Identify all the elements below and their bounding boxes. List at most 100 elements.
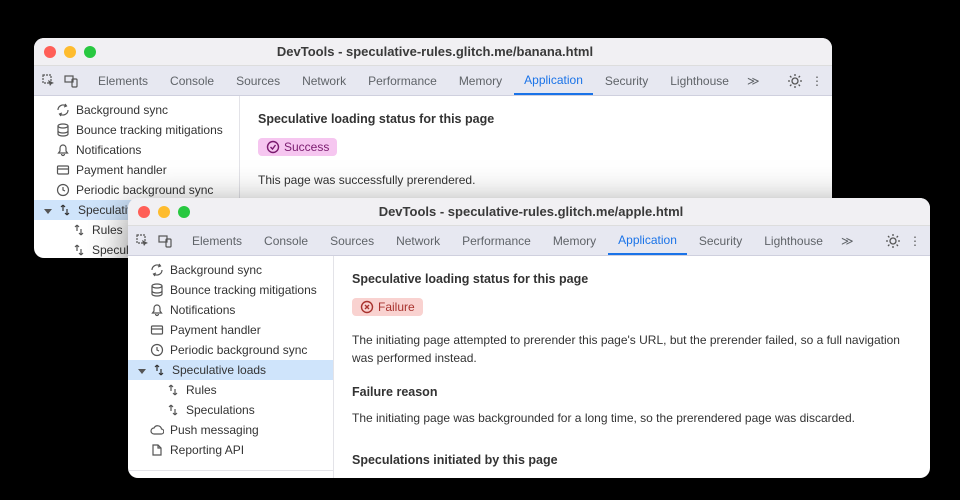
status-badge-text: Failure (378, 300, 415, 314)
window-title: DevTools - speculative-rules.glitch.me/a… (190, 204, 872, 219)
chevron-down-icon (44, 203, 52, 217)
page-heading: Speculative loading status for this page (258, 112, 814, 126)
sidebar-item-notifications[interactable]: Notifications (128, 300, 333, 320)
tabs-overflow-icon[interactable]: ≫ (835, 234, 860, 248)
tab-lighthouse[interactable]: Lighthouse (754, 228, 833, 254)
sidebar-item-label: Push messaging (170, 423, 259, 437)
kebab-icon[interactable]: ⋮ (906, 232, 924, 250)
sidebar-item-label: Bounce tracking mitigations (76, 123, 223, 137)
tab-application[interactable]: Application (514, 67, 593, 95)
tab-sources[interactable]: Sources (226, 68, 290, 94)
inspect-icon[interactable] (40, 72, 58, 90)
tab-elements[interactable]: Elements (182, 228, 252, 254)
device-toggle-icon[interactable] (62, 72, 80, 90)
tab-security[interactable]: Security (689, 228, 752, 254)
close-icon[interactable] (138, 206, 150, 218)
database-icon (150, 283, 164, 297)
inspect-icon[interactable] (134, 232, 152, 250)
sidebar-item-background-sync[interactable]: Background sync (34, 100, 239, 120)
sidebar-item-payment-handler[interactable]: Payment handler (128, 320, 333, 340)
status-badge-text: Success (284, 140, 329, 154)
updown-icon (152, 363, 166, 377)
status-badge: Success (258, 138, 337, 156)
device-toggle-icon[interactable] (156, 232, 174, 250)
document-icon (150, 443, 164, 457)
status-description: This page was successfully prerendered. (258, 171, 814, 189)
sidebar-item-reporting-api[interactable]: Reporting API (128, 440, 333, 460)
kebab-icon[interactable]: ⋮ (808, 72, 826, 90)
titlebar: DevTools - speculative-rules.glitch.me/b… (34, 38, 832, 66)
sync-icon (56, 103, 70, 117)
sidebar-item-label: Speculations (186, 403, 255, 417)
status-description: The initiating page attempted to prerend… (352, 331, 912, 367)
tab-console[interactable]: Console (254, 228, 318, 254)
tab-performance[interactable]: Performance (358, 68, 447, 94)
failure-reason-heading: Failure reason (352, 385, 912, 399)
sidebar-item-label: Rules (186, 383, 217, 397)
sidebar-item-bounce-tracking[interactable]: Bounce tracking mitigations (128, 280, 333, 300)
tab-network[interactable]: Network (292, 68, 356, 94)
sidebar-section-frames[interactable]: Frames (128, 470, 333, 478)
sidebar-item-label: Notifications (76, 143, 141, 157)
toolbar: Elements Console Sources Network Perform… (34, 66, 832, 96)
tab-memory[interactable]: Memory (449, 68, 512, 94)
tab-application[interactable]: Application (608, 227, 687, 255)
sidebar-item-periodic-sync[interactable]: Periodic background sync (34, 180, 239, 200)
zoom-icon[interactable] (178, 206, 190, 218)
main-panel: Speculative loading status for this page… (334, 256, 930, 478)
card-icon (56, 163, 70, 177)
sidebar-item-label: Bounce tracking mitigations (170, 283, 317, 297)
updown-icon (166, 383, 180, 397)
sidebar-item-label: Speculative loads (172, 363, 266, 377)
tab-network[interactable]: Network (386, 228, 450, 254)
gear-icon[interactable] (884, 232, 902, 250)
sidebar-item-label: Background sync (170, 263, 262, 277)
chevron-down-icon (138, 363, 146, 377)
gear-icon[interactable] (786, 72, 804, 90)
tab-elements[interactable]: Elements (88, 68, 158, 94)
updown-icon (58, 203, 72, 217)
updown-icon (72, 223, 86, 237)
sidebar-item-speculative-loads[interactable]: Speculative loads (128, 360, 333, 380)
minimize-icon[interactable] (158, 206, 170, 218)
sidebar-item-label: Periodic background sync (76, 183, 213, 197)
updown-icon (166, 403, 180, 417)
sidebar-item-speculations[interactable]: Speculations (128, 400, 333, 420)
bell-icon (150, 303, 164, 317)
sidebar-item-background-sync[interactable]: Background sync (128, 260, 333, 280)
status-badge: Failure (352, 298, 423, 316)
toolbar: Elements Console Sources Network Perform… (128, 226, 930, 256)
tabs-overflow-icon[interactable]: ≫ (741, 74, 766, 88)
sidebar-item-payment-handler[interactable]: Payment handler (34, 160, 239, 180)
cloud-icon (150, 423, 164, 437)
minimize-icon[interactable] (64, 46, 76, 58)
sidebar-item-label: Notifications (170, 303, 235, 317)
panel-tabs: Elements Console Sources Network Perform… (88, 67, 782, 95)
sidebar-item-label: Background sync (76, 103, 168, 117)
updown-icon (72, 243, 86, 257)
tab-sources[interactable]: Sources (320, 228, 384, 254)
card-icon (150, 323, 164, 337)
tab-memory[interactable]: Memory (543, 228, 606, 254)
zoom-icon[interactable] (84, 46, 96, 58)
sidebar-item-periodic-sync[interactable]: Periodic background sync (128, 340, 333, 360)
tab-console[interactable]: Console (160, 68, 224, 94)
sidebar-item-bounce-tracking[interactable]: Bounce tracking mitigations (34, 120, 239, 140)
tab-performance[interactable]: Performance (452, 228, 541, 254)
failure-reason-text: The initiating page was backgrounded for… (352, 411, 912, 425)
page-heading: Speculative loading status for this page (352, 272, 912, 286)
sidebar-item-rules[interactable]: Rules (128, 380, 333, 400)
window-title: DevTools - speculative-rules.glitch.me/b… (96, 44, 774, 59)
clock-icon (56, 183, 70, 197)
sidebar: Background sync Bounce tracking mitigati… (128, 256, 334, 478)
sidebar-item-push-messaging[interactable]: Push messaging (128, 420, 333, 440)
sidebar-item-label: Reporting API (170, 443, 244, 457)
speculations-heading: Speculations initiated by this page (352, 453, 912, 467)
sidebar-item-label: Rules (92, 223, 123, 237)
database-icon (56, 123, 70, 137)
close-icon[interactable] (44, 46, 56, 58)
sidebar-item-notifications[interactable]: Notifications (34, 140, 239, 160)
tab-security[interactable]: Security (595, 68, 658, 94)
sidebar-item-label: Periodic background sync (170, 343, 307, 357)
tab-lighthouse[interactable]: Lighthouse (660, 68, 739, 94)
